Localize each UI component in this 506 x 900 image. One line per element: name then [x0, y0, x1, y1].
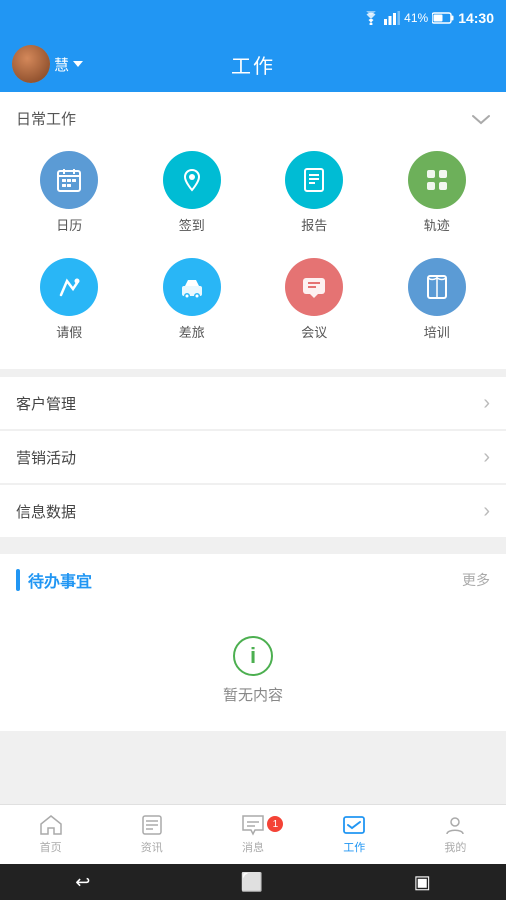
nav-home[interactable]: 首页 — [0, 814, 101, 855]
info-icon: i — [233, 636, 273, 676]
home-button[interactable]: ⬜ — [241, 872, 263, 893]
customer-chevron-icon: › — [483, 392, 490, 415]
collapse-icon — [472, 113, 490, 125]
customer-section: 客户管理 › — [0, 377, 506, 429]
report-label: 报告 — [301, 215, 327, 234]
marketing-chevron-icon: › — [483, 446, 490, 469]
header-user[interactable]: 慧 — [54, 54, 83, 75]
nav-item-training[interactable]: 培训 — [376, 246, 499, 353]
nav-item-checkin[interactable]: 签到 — [131, 139, 254, 246]
checkin-icon-circle — [163, 151, 221, 209]
leave-icon-circle — [40, 258, 98, 316]
customer-header[interactable]: 客户管理 › — [0, 377, 506, 429]
back-button[interactable]: ↩ — [75, 872, 90, 893]
leave-label: 请假 — [56, 322, 82, 341]
work-icon — [342, 814, 366, 836]
user-chevron-icon[interactable] — [73, 61, 83, 67]
report-icon-circle — [285, 151, 343, 209]
user-name: 慧 — [54, 54, 69, 75]
checkin-label: 签到 — [179, 215, 205, 234]
collapse-toggle[interactable] — [472, 113, 490, 125]
main-content: 日常工作 — [0, 92, 506, 804]
battery-text: 41% — [404, 11, 428, 25]
nav-message-label: 消息 — [242, 839, 264, 855]
todo-more-button[interactable]: 更多 — [462, 570, 490, 590]
message-icon — [241, 814, 265, 836]
home-icon — [39, 814, 63, 836]
car-icon — [178, 273, 206, 301]
todo-section: 待办事宜 更多 i 暂无内容 — [0, 554, 506, 731]
calendar-label: 日历 — [56, 215, 82, 234]
empty-text: 暂无内容 — [223, 684, 283, 705]
nav-item-report[interactable]: 报告 — [253, 139, 376, 246]
track-label: 轨迹 — [424, 215, 450, 234]
nav-item-travel[interactable]: 差旅 — [131, 246, 254, 353]
todo-empty-state: i 暂无内容 — [0, 606, 506, 715]
avatar[interactable] — [12, 45, 50, 83]
travel-icon-circle — [163, 258, 221, 316]
nav-work[interactable]: 工作 — [304, 814, 405, 855]
report-icon — [300, 166, 328, 194]
training-icon-circle — [408, 258, 466, 316]
daily-work-section: 日常工作 — [0, 92, 506, 369]
daily-work-title: 日常工作 — [16, 108, 76, 129]
nav-news[interactable]: 资讯 — [101, 814, 202, 855]
daily-work-grid: 日历 签到 — [0, 139, 506, 353]
calendar-icon-circle — [40, 151, 98, 209]
marketing-section: 营销活动 › — [0, 431, 506, 483]
meeting-icon — [300, 273, 328, 301]
status-bar: 41% 14:30 — [0, 0, 506, 36]
nav-home-label: 首页 — [40, 839, 62, 855]
news-icon — [141, 814, 163, 836]
nav-item-calendar[interactable]: 日历 — [8, 139, 131, 246]
mine-icon — [444, 814, 466, 836]
todo-title: 待办事宜 — [28, 568, 92, 592]
nav-item-leave[interactable]: 请假 — [8, 246, 131, 353]
message-badge: 1 — [267, 816, 283, 832]
nav-mine[interactable]: 我的 — [405, 814, 506, 855]
wifi-icon — [362, 11, 380, 25]
system-bar: ↩ ⬜ ▣ — [0, 864, 506, 900]
nav-work-label: 工作 — [343, 839, 365, 855]
nav-mine-label: 我的 — [444, 839, 466, 855]
bottom-nav: 首页 资讯 1 消息 工作 我的 — [0, 804, 506, 864]
section-divider — [0, 538, 506, 546]
meeting-label: 会议 — [301, 322, 327, 341]
page-title: 工作 — [231, 50, 275, 79]
data-header[interactable]: 信息数据 › — [0, 485, 506, 537]
customer-title: 客户管理 — [16, 393, 76, 414]
data-title: 信息数据 — [16, 501, 76, 522]
nav-news-label: 资讯 — [141, 839, 163, 855]
signal-icon — [384, 11, 400, 25]
header-left[interactable]: 慧 — [12, 45, 83, 83]
marketing-header[interactable]: 营销活动 › — [0, 431, 506, 483]
travel-label: 差旅 — [179, 322, 205, 341]
nav-message[interactable]: 1 消息 — [202, 814, 303, 855]
time-display: 14:30 — [458, 10, 494, 26]
app-header: 慧 工作 — [0, 36, 506, 92]
data-section: 信息数据 › — [0, 485, 506, 537]
leave-icon — [55, 273, 83, 301]
battery-icon — [432, 12, 454, 24]
track-icon — [423, 166, 451, 194]
track-icon-circle — [408, 151, 466, 209]
calendar-icon — [55, 166, 83, 194]
marketing-title: 营销活动 — [16, 447, 76, 468]
nav-item-meeting[interactable]: 会议 — [253, 246, 376, 353]
data-chevron-icon: › — [483, 500, 490, 523]
meeting-icon-circle — [285, 258, 343, 316]
status-icons: 41% 14:30 — [362, 10, 494, 26]
location-icon — [178, 166, 206, 194]
todo-header: 待办事宜 更多 — [0, 554, 506, 606]
book-icon — [423, 273, 451, 301]
training-label: 培训 — [424, 322, 450, 341]
daily-work-header[interactable]: 日常工作 — [0, 102, 506, 139]
recent-button[interactable]: ▣ — [414, 872, 431, 893]
nav-item-track[interactable]: 轨迹 — [376, 139, 499, 246]
todo-accent-bar — [16, 569, 20, 591]
todo-title-wrapper: 待办事宜 — [16, 568, 92, 592]
